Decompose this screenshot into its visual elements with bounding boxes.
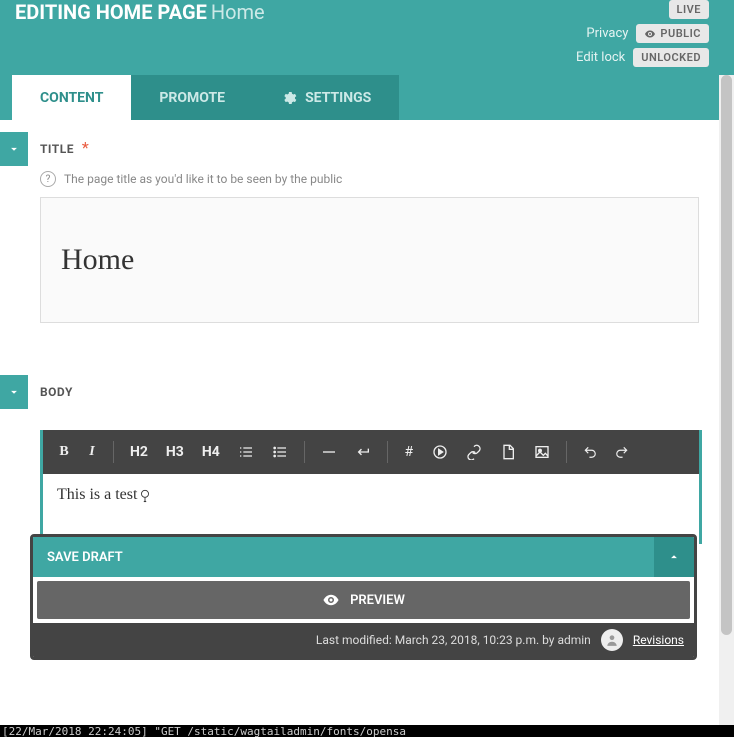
terminal-output: [22/Mar/2018 22:24:05] "GET /static/wagt… <box>0 725 734 737</box>
hash-button[interactable]: # <box>396 440 422 464</box>
title-label: TITLE <box>40 142 74 156</box>
tab-content[interactable]: Content <box>12 75 131 120</box>
bold-button[interactable]: B <box>51 440 77 464</box>
status-value: LIVE <box>677 3 701 16</box>
privacy-badge[interactable]: PUBLIC <box>636 24 709 43</box>
text-cursor-icon <box>138 486 152 504</box>
tab-settings-label: Settings <box>305 90 371 106</box>
document-icon <box>500 444 516 460</box>
redo-icon <box>615 445 629 459</box>
vertical-scrollbar[interactable] <box>719 75 734 727</box>
action-bar: Save draft Preview Last modified: March … <box>30 534 697 660</box>
separator <box>387 441 388 463</box>
chevron-down-icon <box>7 142 21 156</box>
page-title-name: Home <box>211 0 265 24</box>
play-circle-icon <box>432 444 448 460</box>
tab-promote[interactable]: Promote <box>131 75 253 120</box>
tab-settings[interactable]: Settings <box>253 75 399 120</box>
ordered-list-icon <box>238 444 254 460</box>
last-modified-text: Last modified: March 23, 2018, 10:23 p.m… <box>316 633 591 647</box>
help-icon[interactable]: ? <box>40 171 56 187</box>
embed-button[interactable] <box>424 440 456 464</box>
return-icon <box>355 444 371 460</box>
save-options-toggle[interactable] <box>654 537 694 577</box>
revision-row: Last modified: March 23, 2018, 10:23 p.m… <box>33 623 694 657</box>
undo-button[interactable] <box>575 440 605 464</box>
editor-toolbar: B I H2 H3 H4 # <box>43 430 699 474</box>
page-header: EDITING HOME PAGE Home Status LIVE Priva… <box>0 0 734 75</box>
user-icon <box>605 633 619 647</box>
eye-icon <box>322 591 340 609</box>
richtext-editor: B I H2 H3 H4 # <box>40 430 699 544</box>
privacy-label: Privacy <box>586 26 628 41</box>
title-help: ? The page title as you'd like it to be … <box>40 171 734 187</box>
redo-button[interactable] <box>607 440 637 464</box>
editlock-value: UNLOCKED <box>641 51 701 64</box>
title-field-section: TITLE * ? The page title as you'd like i… <box>0 120 734 323</box>
title-help-text: The page title as you'd like it to be se… <box>64 172 342 186</box>
revisions-link[interactable]: Revisions <box>633 633 684 647</box>
status-row: Status LIVE <box>576 0 709 19</box>
separator <box>304 441 305 463</box>
h2-button[interactable]: H2 <box>122 440 156 464</box>
h3-button[interactable]: H3 <box>158 440 192 464</box>
body-text: This is a test <box>57 486 137 503</box>
gear-icon <box>281 90 297 106</box>
image-icon <box>534 444 550 460</box>
document-button[interactable] <box>492 440 524 464</box>
privacy-row: Privacy PUBLIC <box>576 24 709 43</box>
ordered-list-button[interactable] <box>230 440 262 464</box>
tab-bar: Content Promote Settings <box>0 75 734 120</box>
avatar <box>601 629 623 651</box>
separator <box>566 441 567 463</box>
hr-icon <box>321 444 337 460</box>
undo-icon <box>583 445 597 459</box>
status-badge[interactable]: LIVE <box>669 0 709 19</box>
collapse-body-toggle[interactable] <box>0 375 28 409</box>
save-draft-button[interactable]: Save draft <box>33 537 654 577</box>
body-field-section: BODY B I H2 H3 H4 <box>0 363 734 544</box>
link-icon <box>466 444 482 460</box>
editlock-label: Edit lock <box>576 50 625 65</box>
italic-button[interactable]: I <box>79 440 105 464</box>
unordered-list-button[interactable] <box>264 440 296 464</box>
chevron-down-icon <box>7 385 21 399</box>
privacy-value: PUBLIC <box>660 27 701 40</box>
eye-icon <box>644 28 656 40</box>
unordered-list-icon <box>272 444 288 460</box>
required-indicator: * <box>82 138 89 157</box>
editlock-badge[interactable]: UNLOCKED <box>633 48 709 67</box>
h4-button[interactable]: H4 <box>194 440 228 464</box>
hr-button[interactable] <box>313 440 345 464</box>
linebreak-button[interactable] <box>347 440 379 464</box>
title-input[interactable] <box>40 197 699 323</box>
preview-button[interactable]: Preview <box>37 581 690 619</box>
collapse-title-toggle[interactable] <box>0 132 28 166</box>
link-button[interactable] <box>458 440 490 464</box>
page-title-prefix: EDITING HOME PAGE <box>15 0 207 24</box>
page-meta: Status LIVE Privacy PUBLIC Edit lock UNL… <box>576 0 709 72</box>
preview-label: Preview <box>350 593 405 608</box>
scroll-thumb[interactable] <box>721 75 732 635</box>
image-button[interactable] <box>526 440 558 464</box>
chevron-up-icon <box>667 550 681 564</box>
editlock-row: Edit lock UNLOCKED <box>576 48 709 67</box>
separator <box>113 441 114 463</box>
body-label: BODY <box>40 385 73 399</box>
